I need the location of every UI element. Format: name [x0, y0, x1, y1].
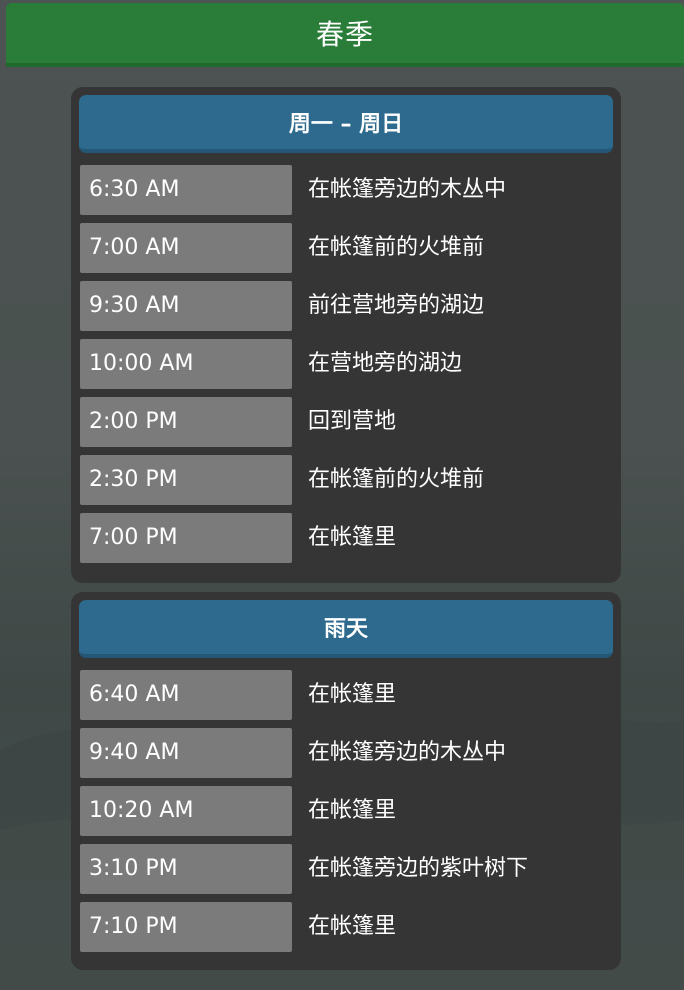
schedule-list-weekly: 6:30 AM 在帐篷旁边的木丛中 7:00 AM 在帐篷前的火堆前 9:30 …	[80, 165, 612, 571]
schedule-row: 9:40 AM 在帐篷旁边的木丛中	[80, 728, 612, 778]
schedule-time: 10:20 AM	[80, 786, 292, 836]
schedule-time: 7:00 PM	[80, 513, 292, 563]
schedule-time: 2:30 PM	[80, 455, 292, 505]
schedule-row: 3:10 PM 在帐篷旁边的紫叶树下	[80, 844, 612, 894]
schedule-time: 7:00 AM	[80, 223, 292, 273]
schedule-description: 在帐篷旁边的紫叶树下	[308, 856, 529, 881]
schedule-time: 9:30 AM	[80, 281, 292, 331]
schedule-list-rainy: 6:40 AM 在帐篷里 9:40 AM 在帐篷旁边的木丛中 10:20 AM …	[80, 670, 612, 960]
schedule-description: 回到营地	[308, 409, 397, 434]
schedule-description: 在帐篷里	[308, 525, 397, 550]
schedule-title-weekly: 周一 – 周日	[79, 95, 613, 153]
schedule-time: 7:10 PM	[80, 902, 292, 952]
schedule-description: 在帐篷前的火堆前	[308, 467, 485, 492]
schedule-row: 2:00 PM 回到营地	[80, 397, 612, 447]
schedule-panel-weekly: 周一 – 周日 6:30 AM 在帐篷旁边的木丛中 7:00 AM 在帐篷前的火…	[71, 87, 621, 583]
schedule-title-label: 周一 – 周日	[288, 112, 404, 137]
schedule-row: 2:30 PM 在帐篷前的火堆前	[80, 455, 612, 505]
schedule-description: 在帐篷里	[308, 798, 397, 823]
schedule-title-rainy: 雨天	[79, 600, 613, 658]
schedule-row: 7:10 PM 在帐篷里	[80, 902, 612, 952]
schedule-row: 7:00 AM 在帐篷前的火堆前	[80, 223, 612, 273]
schedule-description: 前往营地旁的湖边	[308, 293, 485, 318]
schedule-row: 10:20 AM 在帐篷里	[80, 786, 612, 836]
schedule-title-label: 雨天	[323, 617, 368, 642]
schedule-row: 7:00 PM 在帐篷里	[80, 513, 612, 563]
schedule-time: 10:00 AM	[80, 339, 292, 389]
schedule-description: 在帐篷里	[308, 914, 397, 939]
schedule-row: 9:30 AM 前往营地旁的湖边	[80, 281, 612, 331]
schedule-time: 9:40 AM	[80, 728, 292, 778]
schedule-row: 10:00 AM 在营地旁的湖边	[80, 339, 612, 389]
schedule-row: 6:30 AM 在帐篷旁边的木丛中	[80, 165, 612, 215]
schedule-time: 3:10 PM	[80, 844, 292, 894]
schedule-time: 6:30 AM	[80, 165, 292, 215]
schedule-description: 在帐篷里	[308, 682, 397, 707]
schedule-row: 6:40 AM 在帐篷里	[80, 670, 612, 720]
season-title: 春季	[315, 18, 374, 51]
schedule-description: 在帐篷旁边的木丛中	[308, 177, 507, 202]
season-header: 春季	[6, 3, 684, 67]
schedule-panel-rainy: 雨天 6:40 AM 在帐篷里 9:40 AM 在帐篷旁边的木丛中 10:20 …	[71, 592, 621, 970]
schedule-time: 6:40 AM	[80, 670, 292, 720]
schedule-description: 在营地旁的湖边	[308, 351, 463, 376]
schedule-time: 2:00 PM	[80, 397, 292, 447]
schedule-description: 在帐篷旁边的木丛中	[308, 740, 507, 765]
schedule-description: 在帐篷前的火堆前	[308, 235, 485, 260]
